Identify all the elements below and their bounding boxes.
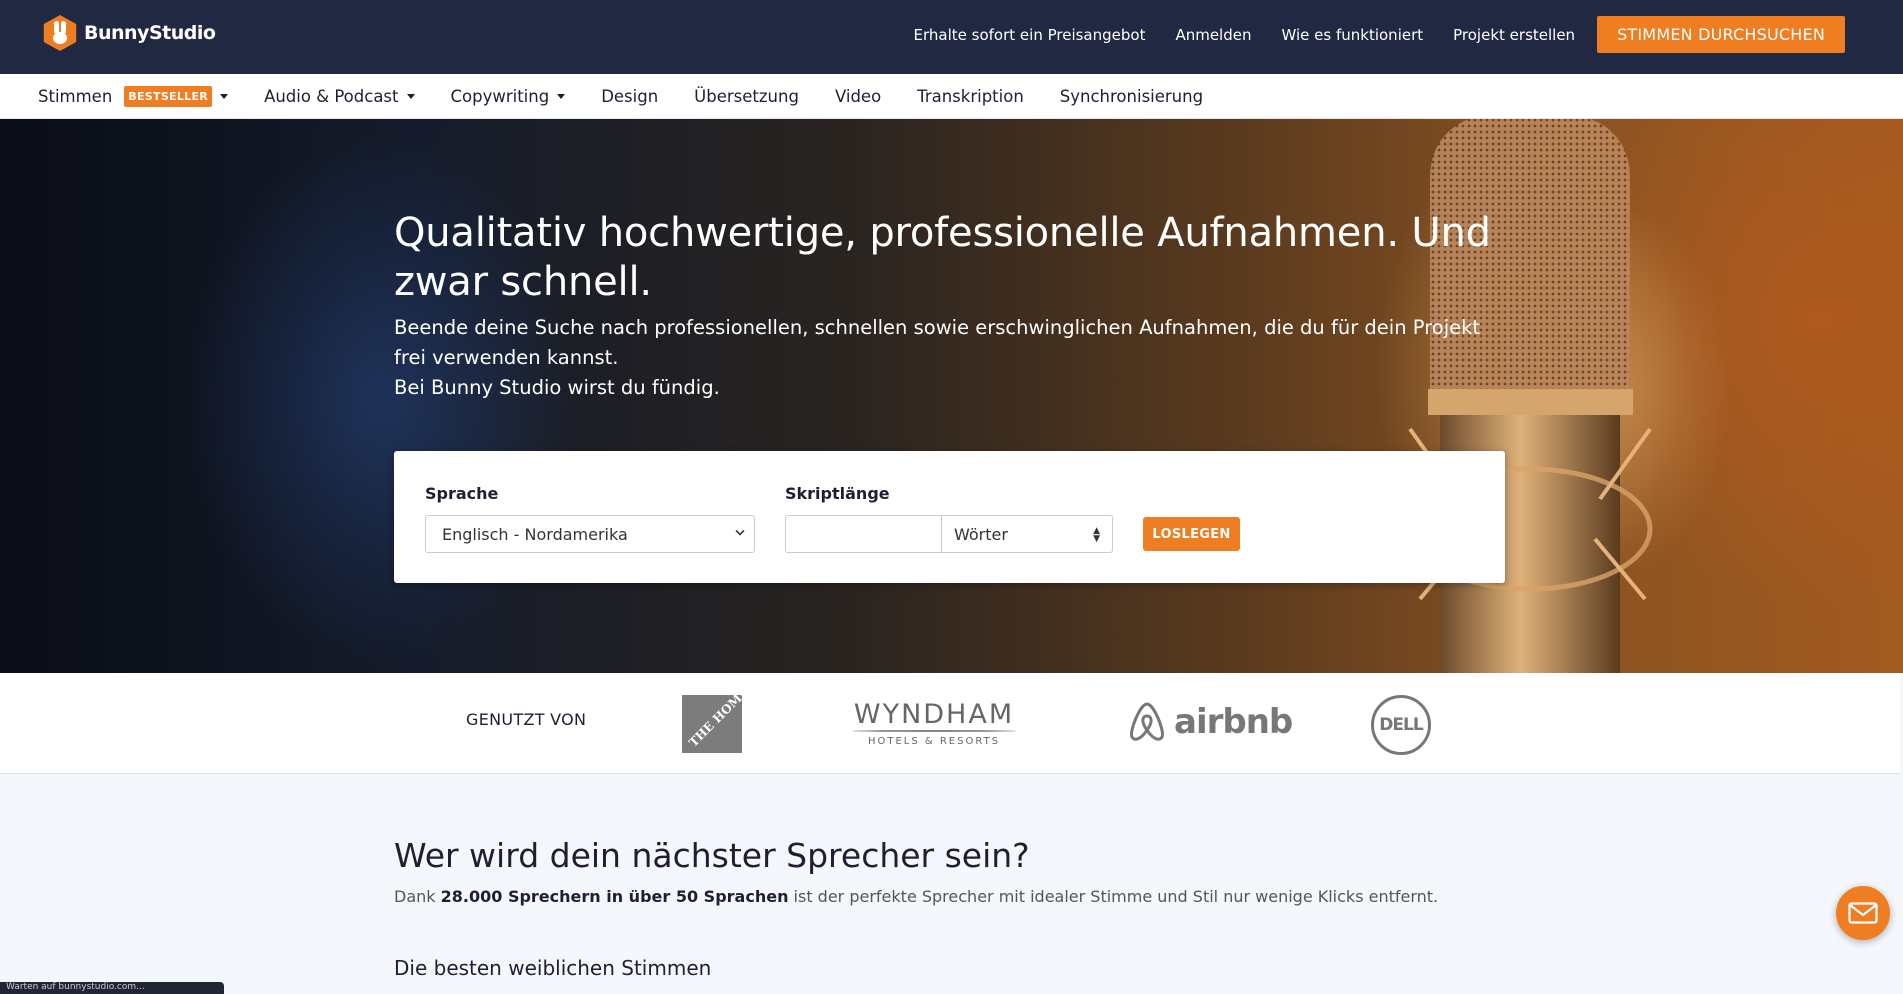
bunny-logo-icon — [43, 15, 77, 51]
envelope-icon — [1848, 902, 1878, 924]
hero-subtitle-2: Bei Bunny Studio wirst du fündig. — [394, 376, 720, 399]
nav-item-translation[interactable]: Übersetzung — [694, 87, 799, 106]
logo-text: BunnyStudio — [84, 22, 216, 44]
dell-logo: DELL — [1371, 695, 1431, 755]
unit-select-value: Wörter — [954, 524, 1008, 544]
quote-form: Sprache Englisch - Nordamerika Skriptlän… — [394, 451, 1505, 583]
nav-item-design[interactable]: Design — [601, 87, 658, 106]
nav-item-copywriting[interactable]: Copywriting — [451, 87, 566, 106]
chevron-down-icon — [735, 526, 745, 536]
caret-down-icon — [557, 93, 566, 99]
airbnb-logo: airbnb — [1126, 700, 1293, 744]
hero-banner: Qualitativ hochwertige, professionelle A… — [0, 119, 1903, 673]
language-label: Sprache — [425, 484, 499, 503]
top-navbar: BunnyStudio Erhalte sofort ein Preisange… — [0, 0, 1903, 74]
clients-strip: GENUTZT VON THE HOME DEPOT WYNDHAM HOTEL… — [0, 673, 1900, 774]
status-text: Warten auf bunnystudio.com... — [6, 982, 145, 992]
script-length-input[interactable] — [785, 515, 943, 553]
top-links: Erhalte sofort ein Preisangebot Anmelden… — [884, 16, 1845, 53]
language-select[interactable]: Englisch - Nordamerika — [425, 515, 755, 553]
unit-select[interactable]: Wörter ▲ ▼ — [941, 515, 1113, 553]
nav-item-label: Audio & Podcast — [264, 86, 399, 106]
wyndham-logo: WYNDHAM HOTELS & RESORTS — [852, 699, 1016, 747]
hero-subtitle: Beende deine Suche nach professionellen,… — [394, 316, 1481, 369]
nav-item-label: Transkription — [917, 86, 1024, 106]
nav-item-label: Übersetzung — [694, 86, 799, 106]
nav-item-voices[interactable]: Stimmen BESTSELLER — [38, 85, 229, 107]
nav-item-video[interactable]: Video — [835, 87, 881, 106]
nav-item-transcription[interactable]: Transkription — [917, 87, 1024, 106]
login-link[interactable]: Anmelden — [1175, 26, 1251, 44]
submit-button[interactable]: LOSLEGEN — [1143, 517, 1240, 551]
caret-down-icon — [220, 93, 229, 99]
nav-item-audio-podcast[interactable]: Audio & Podcast — [264, 86, 415, 106]
script-length-label: Skriptlänge — [785, 484, 890, 503]
bunnystudio-logo[interactable]: BunnyStudio — [42, 15, 216, 51]
lead-highlight: 28.000 Sprechern in über 50 Sprachen — [440, 887, 789, 906]
language-select-value: Englisch - Nordamerika — [442, 524, 628, 544]
voice-actors-section: Wer wird dein nächster Sprecher sein? Da… — [394, 836, 1504, 980]
caret-down-icon — [406, 93, 415, 99]
hero-content: Qualitativ hochwertige, professionelle A… — [394, 209, 1504, 403]
create-project-link[interactable]: Projekt erstellen — [1453, 26, 1575, 44]
get-quote-link[interactable]: Erhalte sofort ein Preisangebot — [914, 26, 1146, 44]
nav-item-label: Copywriting — [450, 86, 550, 106]
section-title: Wer wird dein nächster Sprecher sein? — [394, 836, 1030, 875]
nav-item-label: Video — [834, 86, 882, 106]
hero-title: Qualitativ hochwertige, professionelle A… — [394, 210, 1491, 305]
browser-status-bar: Warten auf bunnystudio.com... — [0, 982, 224, 994]
chat-button[interactable] — [1836, 886, 1890, 940]
airbnb-icon — [1130, 702, 1164, 741]
female-voices-heading: Die besten weiblichen Stimmen — [394, 956, 712, 980]
how-it-works-link[interactable]: Wie es funktioniert — [1282, 26, 1424, 44]
used-by-label: GENUTZT VON — [466, 710, 587, 729]
bestseller-badge: BESTSELLER — [124, 85, 213, 107]
nav-item-label: Synchronisierung — [1059, 86, 1204, 106]
nav-item-label: Design — [601, 86, 659, 106]
nav-item-label: Stimmen — [38, 86, 113, 106]
select-arrows-icon: ▲ ▼ — [1093, 526, 1100, 544]
browse-voices-button[interactable]: STIMMEN DURCHSUCHEN — [1597, 16, 1845, 53]
the-home-depot-logo: THE HOME DEPOT — [682, 695, 742, 753]
nav-item-dubbing[interactable]: Synchronisierung — [1060, 87, 1203, 106]
section-lead: Dank 28.000 Sprechern in über 50 Sprache… — [394, 887, 1439, 906]
category-navbar: Stimmen BESTSELLER Audio & Podcast Copyw… — [0, 74, 1903, 119]
